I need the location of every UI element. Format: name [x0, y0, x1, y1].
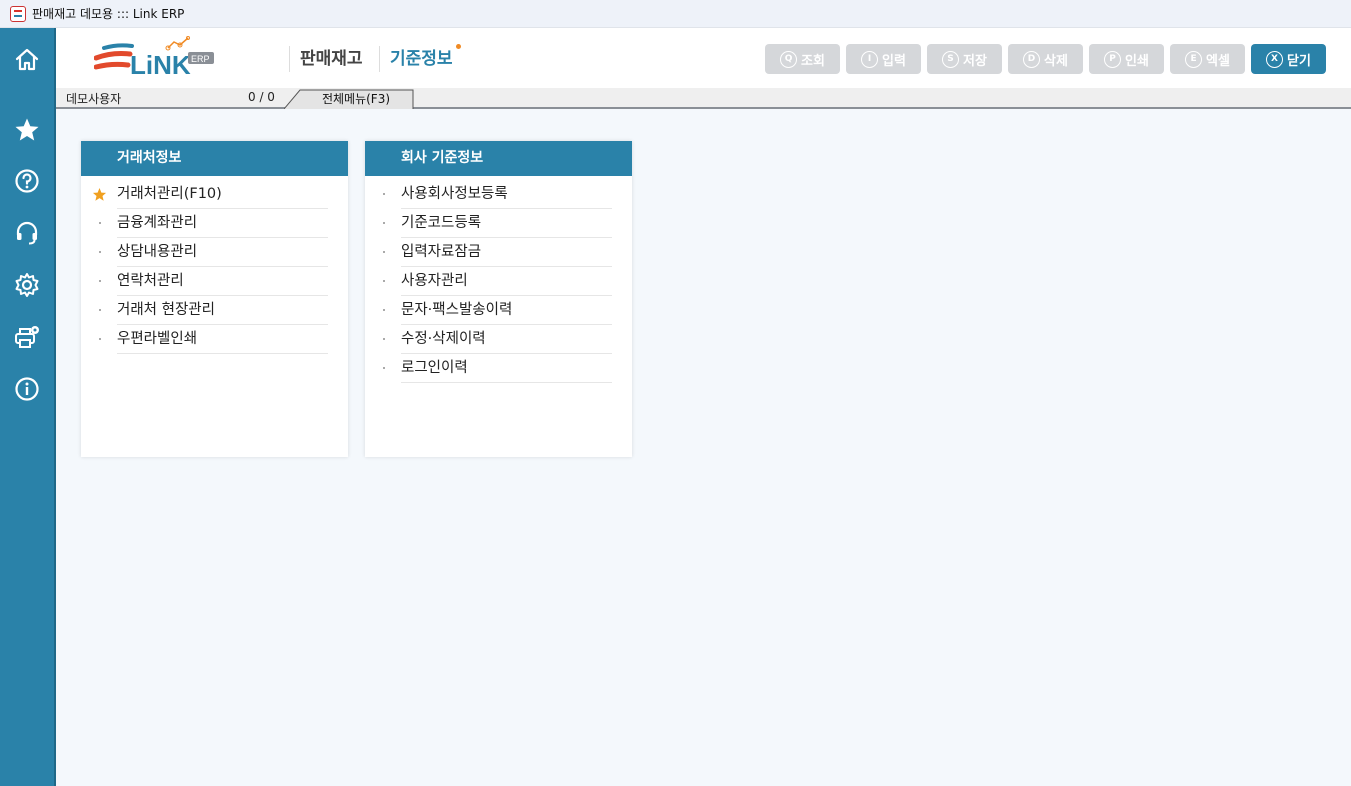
print-button[interactable]: P 인쇄: [1089, 44, 1164, 74]
close-button-label: 닫기: [1287, 53, 1311, 69]
delete-key-icon: D: [1023, 50, 1041, 68]
bullet-icon: [383, 222, 385, 224]
bullet-icon: [99, 251, 101, 253]
current-user: 데모사용자: [66, 92, 122, 106]
page-title-dot: [455, 44, 461, 49]
sidebar: [0, 28, 56, 786]
menu-item-company-registration[interactable]: 사용회사정보등록: [383, 180, 612, 209]
panel-title: 회사 기준정보: [365, 141, 632, 176]
bullet-icon: [383, 367, 385, 369]
page-title-text: 기준정보: [390, 49, 453, 69]
save-button-label: 저장: [963, 53, 987, 69]
headset-icon: [16, 221, 38, 245]
link-erp-logo: LiNK ERP: [93, 36, 218, 80]
input-button[interactable]: I 입력: [846, 44, 921, 74]
toolbar: Q 조회 I 입력 S 저장 D 삭제 P 인쇄 E 엑셀 X 닫기: [765, 44, 1326, 74]
print-key-icon: P: [1104, 50, 1122, 68]
menu-item-label: 상담내용관리: [117, 244, 198, 260]
bullet-icon: [383, 338, 385, 340]
star-icon: [15, 118, 39, 141]
menu-item-label: 수정·삭제이력: [401, 331, 486, 347]
save-button[interactable]: S 저장: [927, 44, 1002, 74]
app-icon: [10, 5, 26, 22]
menu-item-postal-labels[interactable]: 우편라벨인쇄: [99, 325, 328, 354]
tab-all-menu[interactable]: 전체메뉴(F3): [284, 89, 414, 109]
bullet-icon: [99, 309, 101, 311]
open-window-count: 0 / 0: [248, 90, 275, 104]
menu-item-label: 우편라벨인쇄: [117, 331, 198, 347]
status-bar: 데모사용자 0 / 0 전체메뉴(F3): [56, 88, 1351, 109]
module-title: 판매재고: [289, 46, 363, 72]
print-button-label: 인쇄: [1125, 53, 1149, 69]
menu-item-label: 사용자관리: [401, 273, 468, 289]
panel-title: 거래처정보: [81, 141, 348, 176]
menu-item-label: 연락처관리: [117, 273, 184, 289]
home-icon: [15, 48, 39, 71]
menu-list: 거래처관리(F10) 금융계좌관리 상담내용관리 연락처관리 거래처 현장관리 …: [81, 180, 348, 354]
close-button[interactable]: X 닫기: [1251, 44, 1326, 74]
excel-key-icon: E: [1185, 50, 1203, 68]
input-button-label: 입력: [882, 53, 906, 69]
menu-item-login-history[interactable]: 로그인이력: [383, 354, 612, 383]
menu-item-user-management[interactable]: 사용자관리: [383, 267, 612, 296]
page-title: 기준정보: [379, 44, 461, 72]
bullet-icon: [99, 280, 101, 282]
menu-list: 사용회사정보등록 기준코드등록 입력자료잠금 사용자관리 문자·팩스발송이력 수…: [365, 180, 632, 383]
menu-item-sms-fax-history[interactable]: 문자·팩스발송이력: [383, 296, 612, 325]
printer-settings-icon: [15, 326, 39, 348]
excel-button-label: 엑셀: [1206, 53, 1230, 69]
menu-item-label: 사용회사정보등록: [401, 186, 508, 202]
bullet-icon: [383, 280, 385, 282]
panel-company-info: 회사 기준정보 사용회사정보등록 기준코드등록 입력자료잠금 사용자관리 문자·…: [365, 141, 632, 457]
favorites-button[interactable]: [0, 108, 54, 152]
window-title: 판매재고 데모용 ::: Link ERP: [32, 7, 185, 21]
support-button[interactable]: [0, 211, 54, 255]
bullet-icon: [383, 193, 385, 195]
settings-button[interactable]: [0, 263, 54, 307]
header: LiNK ERP 판매재고 기준정보 Q 조회 I 입력 S 저장 D 삭제 P 인쇄 E…: [56, 28, 1351, 88]
menu-item-label: 금융계좌관리: [117, 215, 198, 231]
delete-button[interactable]: D 삭제: [1008, 44, 1083, 74]
menu-item-contacts[interactable]: 연락처관리: [99, 267, 328, 296]
bullet-icon: [383, 309, 385, 311]
search-button-label: 조회: [801, 53, 825, 69]
menu-item-customer-sites[interactable]: 거래처 현장관리: [99, 296, 328, 325]
main-content: 거래처정보 거래처관리(F10) 금융계좌관리 상담내용관리 연락처관리 거래처…: [56, 109, 1351, 786]
menu-item-label: 거래처관리(F10): [117, 186, 222, 202]
menu-item-bank-accounts[interactable]: 금융계좌관리: [99, 209, 328, 238]
bullet-icon: [99, 222, 101, 224]
search-button[interactable]: Q 조회: [765, 44, 840, 74]
save-key-icon: S: [942, 50, 960, 68]
bullet-icon: [383, 251, 385, 253]
help-icon: [15, 169, 39, 193]
menu-item-label: 거래처 현장관리: [117, 302, 215, 318]
tab-all-menu-label: 전체메뉴(F3): [321, 92, 391, 106]
window-titlebar: 판매재고 데모용 ::: Link ERP: [0, 0, 1351, 28]
print-settings-button[interactable]: [0, 315, 54, 359]
menu-item-base-codes[interactable]: 기준코드등록: [383, 209, 612, 238]
menu-item-customer-management[interactable]: 거래처관리(F10): [92, 180, 328, 209]
menu-item-label: 입력자료잠금: [401, 244, 482, 260]
menu-item-label: 기준코드등록: [401, 215, 482, 231]
menu-item-label: 로그인이력: [401, 360, 468, 376]
close-key-icon: X: [1266, 50, 1284, 68]
search-key-icon: Q: [780, 50, 798, 68]
menu-item-label: 문자·팩스발송이력: [401, 302, 513, 318]
menu-item-edit-delete-history[interactable]: 수정·삭제이력: [383, 325, 612, 354]
favorite-star-icon: [92, 187, 107, 201]
svg-text:LiNK: LiNK: [130, 50, 191, 80]
info-button[interactable]: [0, 367, 54, 411]
panel-customer-info: 거래처정보 거래처관리(F10) 금융계좌관리 상담내용관리 연락처관리 거래처…: [81, 141, 348, 457]
gear-icon: [15, 273, 39, 297]
menu-item-consultations[interactable]: 상담내용관리: [99, 238, 328, 267]
info-icon: [15, 377, 39, 401]
menu-item-data-lock[interactable]: 입력자료잠금: [383, 238, 612, 267]
input-key-icon: I: [861, 50, 879, 68]
svg-text:ERP: ERP: [191, 54, 210, 64]
bullet-icon: [99, 338, 101, 340]
excel-button[interactable]: E 엑셀: [1170, 44, 1245, 74]
help-button[interactable]: [0, 159, 54, 203]
delete-button-label: 삭제: [1044, 53, 1068, 69]
home-button[interactable]: [0, 38, 54, 82]
